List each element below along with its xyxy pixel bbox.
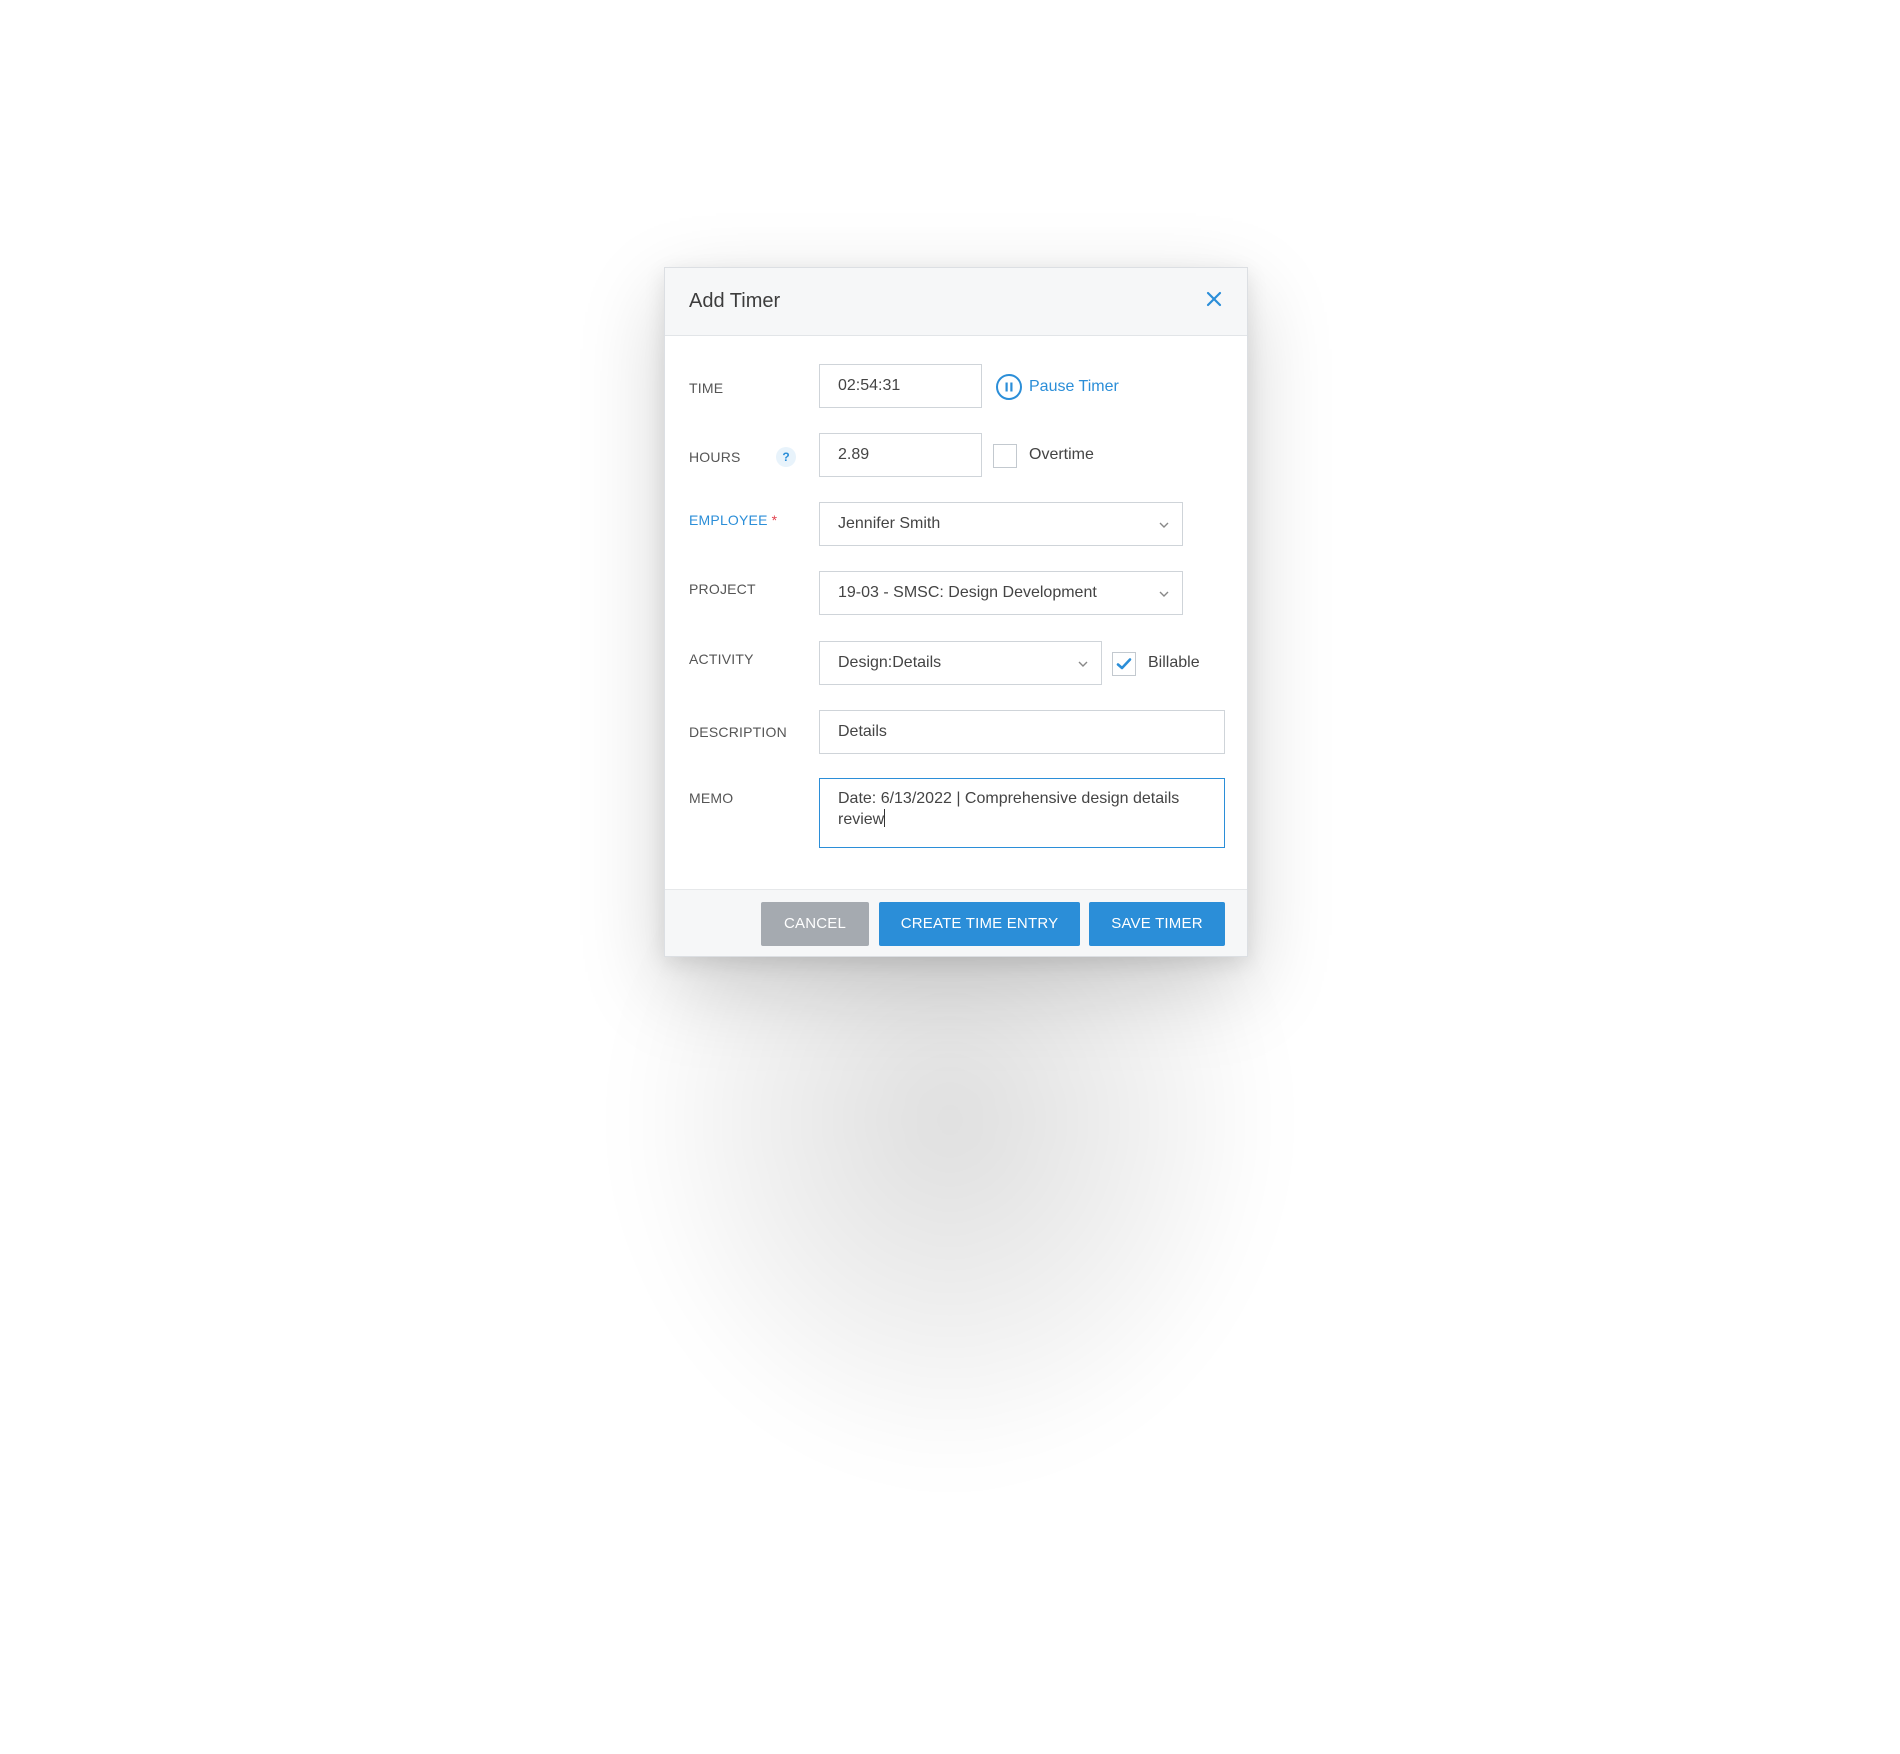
- description-row: DESCRIPTION Details: [665, 710, 1247, 756]
- chevron-down-icon: [1159, 591, 1169, 597]
- dialog-title: Add Timer: [689, 290, 781, 312]
- dialog-header: Add Timer: [665, 268, 1247, 336]
- activity-label: ACTIVITY: [689, 651, 754, 667]
- pause-circle-icon: [996, 374, 1022, 400]
- time-label: TIME: [689, 380, 724, 396]
- chevron-down-icon: [1159, 522, 1169, 528]
- employee-select[interactable]: Jennifer Smith: [819, 502, 1183, 546]
- hours-input[interactable]: 2.89: [819, 433, 982, 477]
- memo-row: MEMO Date: 6/13/2022 | Comprehensive des…: [665, 778, 1247, 848]
- create-time-entry-button[interactable]: CREATE TIME ENTRY: [879, 902, 1080, 946]
- time-row: TIME 02:54:31 Pause Timer: [665, 364, 1247, 410]
- text-caret: [884, 809, 886, 827]
- pause-timer-button[interactable]: Pause Timer: [995, 372, 1119, 402]
- billable-label: Billable: [1148, 654, 1200, 671]
- overtime-label: Overtime: [1029, 446, 1094, 463]
- description-label: DESCRIPTION: [689, 724, 787, 740]
- checkmark-icon: [1116, 658, 1132, 670]
- cancel-button[interactable]: CANCEL: [761, 902, 869, 946]
- activity-select[interactable]: Design:Details: [819, 641, 1102, 685]
- memo-text: Date: 6/13/2022 | Comprehensive design d…: [838, 790, 1180, 828]
- hours-label: HOURS: [689, 449, 741, 465]
- memo-textarea[interactable]: Date: 6/13/2022 | Comprehensive design d…: [819, 778, 1225, 848]
- help-icon[interactable]: ?: [776, 447, 796, 467]
- billable-checkbox[interactable]: [1112, 652, 1136, 676]
- hours-row: HOURS ? 2.89 Overtime: [665, 433, 1247, 479]
- project-row: PROJECT 19-03 - SMSC: Design Development: [665, 571, 1247, 617]
- required-mark: *: [771, 512, 778, 528]
- employee-value: Jennifer Smith: [838, 515, 941, 532]
- time-input[interactable]: 02:54:31: [819, 364, 982, 408]
- employee-row: EMPLOYEE * Jennifer Smith: [665, 502, 1247, 548]
- overtime-checkbox[interactable]: [993, 444, 1017, 468]
- activity-value: Design:Details: [838, 654, 942, 671]
- activity-row: ACTIVITY Design:Details Billable: [665, 641, 1247, 687]
- add-timer-dialog: Add Timer TIME 02:54:31 Pause Timer HOUR…: [664, 267, 1248, 957]
- project-label: PROJECT: [689, 581, 756, 597]
- save-timer-button[interactable]: SAVE TIMER: [1089, 902, 1225, 946]
- project-select[interactable]: 19-03 - SMSC: Design Development: [819, 571, 1183, 615]
- employee-label-text: EMPLOYEE: [689, 512, 768, 528]
- employee-label: EMPLOYEE *: [689, 512, 777, 528]
- memo-label: MEMO: [689, 790, 734, 806]
- pause-timer-label: Pause Timer: [1029, 378, 1119, 395]
- close-icon[interactable]: [1201, 286, 1227, 312]
- chevron-down-icon: [1078, 661, 1088, 667]
- dialog-footer: CANCEL CREATE TIME ENTRY SAVE TIMER: [665, 889, 1247, 956]
- description-input[interactable]: Details: [819, 710, 1225, 754]
- project-value: 19-03 - SMSC: Design Development: [838, 584, 1097, 601]
